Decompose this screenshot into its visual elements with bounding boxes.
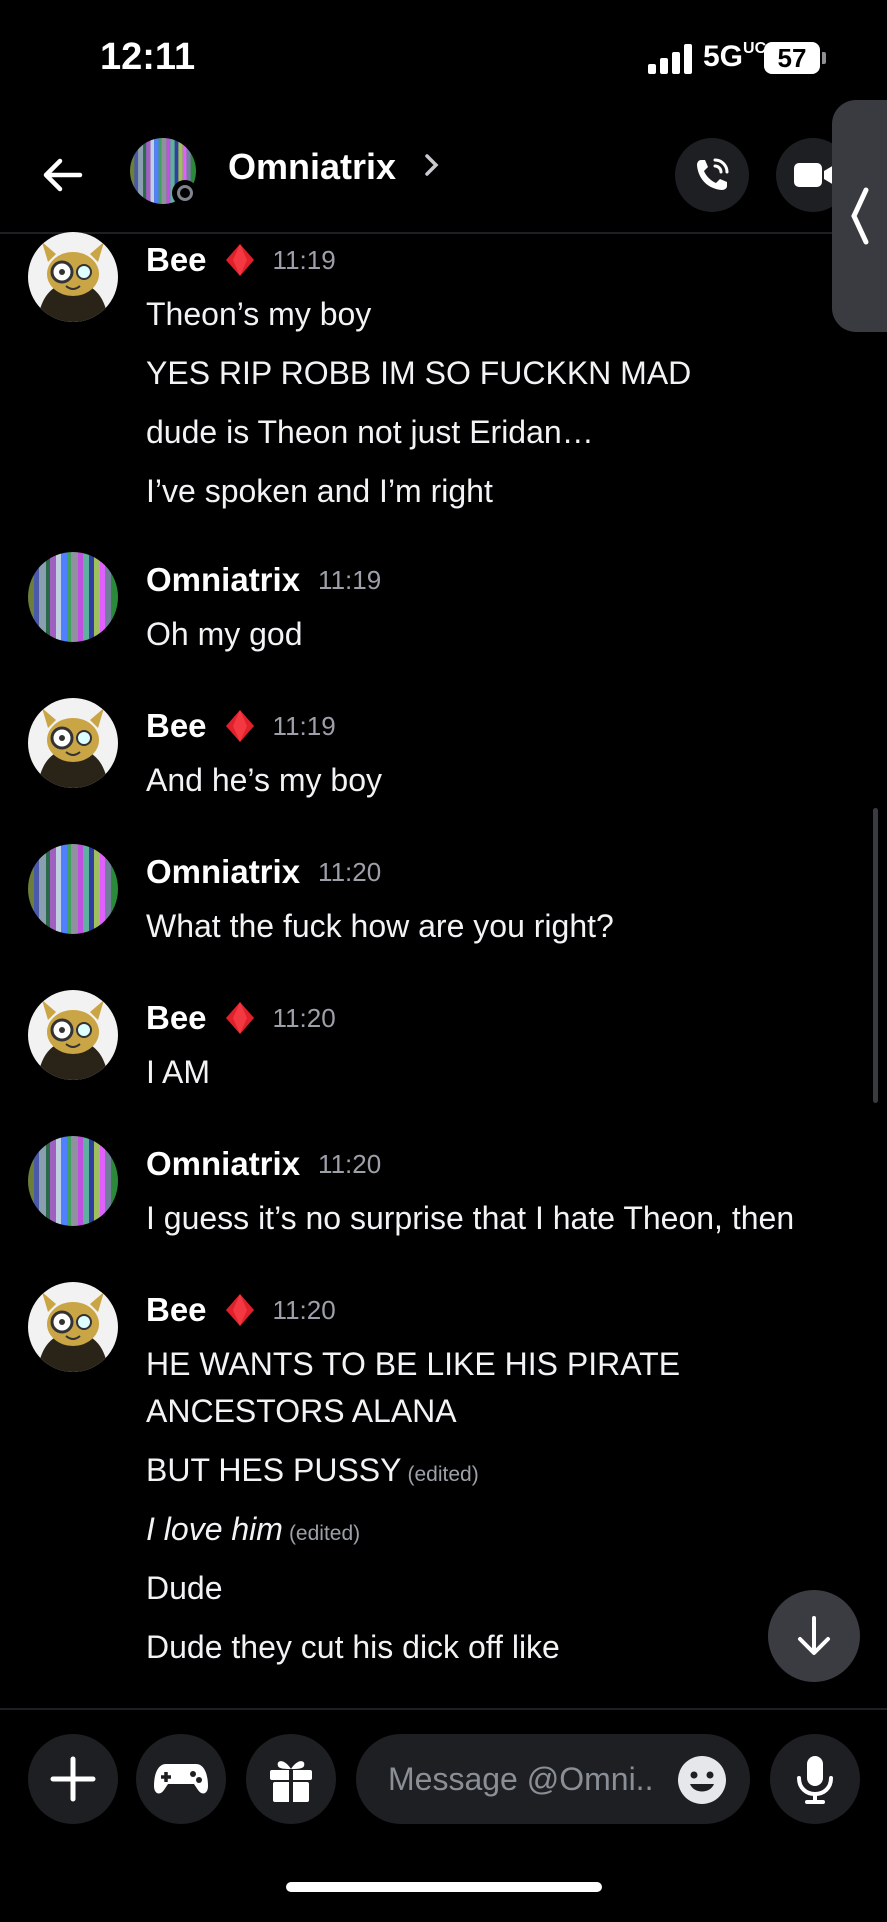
message-text-content: I AM (146, 1054, 211, 1090)
plus-icon (50, 1756, 96, 1802)
add-attachment-button[interactable] (28, 1734, 118, 1824)
message-text-content: I’ve spoken and I’m right (146, 473, 493, 509)
message-author[interactable]: Omniatrix (146, 853, 300, 891)
phone-call-icon (697, 158, 729, 190)
message-text-content: What the fuck how are you right? (146, 908, 614, 944)
message-timestamp: 11:19 (318, 564, 382, 595)
chevron-right-icon[interactable] (420, 150, 444, 180)
message-text-content: I guess it’s no surprise that I hate The… (146, 1200, 795, 1236)
scrollbar[interactable] (873, 808, 878, 1103)
message-author[interactable]: Bee (146, 999, 207, 1037)
message-text[interactable]: I’ve spoken and I’m right (146, 467, 493, 515)
message-text[interactable]: What the fuck how are you right? (146, 902, 614, 950)
message-text[interactable]: Dude they cut his dick off like (146, 1623, 560, 1671)
message-header: Omniatrix 11:20 (146, 1144, 381, 1184)
red-gem-icon (225, 1294, 254, 1326)
gamepad-icon (154, 1764, 208, 1794)
status-bar: 12:11 5GUC 57 (0, 0, 887, 120)
message-text[interactable]: I guess it’s no surprise that I hate The… (146, 1194, 794, 1242)
red-gem-icon (225, 1002, 254, 1034)
chat-header: Omniatrix (0, 120, 887, 234)
bee-avatar[interactable] (28, 1282, 118, 1372)
gift-button[interactable] (246, 1734, 336, 1824)
message-text[interactable]: BUT HES PUSSY (edited) (146, 1446, 479, 1499)
offline-status-icon (172, 180, 198, 206)
message-header: Bee 11:19 (146, 706, 336, 746)
jump-to-present-button[interactable] (768, 1590, 860, 1682)
red-gem-icon (225, 244, 254, 276)
activities-button[interactable] (136, 1734, 226, 1824)
message-timestamp: 11:20 (318, 856, 382, 887)
bee-avatar[interactable] (28, 232, 118, 322)
gift-icon (270, 1761, 312, 1802)
message-timestamp: 11:20 (272, 1294, 336, 1325)
message-text[interactable]: YES RIP ROBB IM SO FUCKKN MAD (146, 349, 691, 397)
microphone-icon (797, 1756, 833, 1804)
message-text-content: Oh my god (146, 616, 303, 652)
message-header: Omniatrix 11:19 (146, 560, 381, 600)
message-timestamp: 11:20 (272, 1002, 336, 1033)
message-header: Bee 11:20 (146, 998, 336, 1038)
side-panel-handle[interactable] (832, 100, 887, 332)
message-author[interactable]: Bee (146, 241, 207, 279)
message-text[interactable]: Dude (146, 1564, 223, 1612)
message-text[interactable]: And he’s my boy (146, 756, 382, 804)
header-title[interactable]: Omniatrix (228, 146, 396, 188)
message-timestamp: 11:20 (318, 1148, 382, 1179)
glitch-avatar[interactable] (28, 552, 118, 642)
edited-label: (edited) (407, 1463, 479, 1486)
message-header: Bee 11:20 (146, 1290, 336, 1330)
back-arrow-icon[interactable] (38, 150, 88, 200)
network-label: 5GUC (703, 40, 767, 73)
collapse-handle-icon (851, 187, 869, 245)
edited-label: (edited) (288, 1522, 361, 1545)
message-text-content: I love him (146, 1511, 283, 1547)
message-text-content: dude is Theon not just Eridan… (146, 414, 594, 450)
message-text-content: Dude they cut his dick off like (146, 1629, 560, 1665)
message-text-content: YES RIP ROBB IM SO FUCKKN MAD (146, 355, 692, 391)
glitch-avatar[interactable] (28, 844, 118, 934)
message-header: Omniatrix 11:20 (146, 852, 381, 892)
message-text-content: Dude (146, 1570, 223, 1606)
message-timestamp: 11:19 (272, 710, 336, 741)
message-text[interactable]: Theon’s my boy (146, 290, 371, 338)
message-author[interactable]: Bee (146, 707, 207, 745)
message-text[interactable]: I love him (edited) (146, 1505, 360, 1558)
message-text[interactable]: HE WANTS TO BE LIKE HIS PIRATE (146, 1340, 680, 1388)
message-text-content: And he’s my boy (146, 762, 382, 798)
bee-avatar[interactable] (28, 990, 118, 1080)
message-text-content: Theon’s my boy (146, 296, 372, 332)
signal-icon (648, 44, 692, 74)
message-timestamp: 11:19 (272, 244, 336, 275)
message-text-content: HE WANTS TO BE LIKE HIS PIRATE (146, 1346, 681, 1382)
message-text[interactable]: I AM (146, 1048, 210, 1096)
message-author[interactable]: Omniatrix (146, 561, 300, 599)
arrow-down-icon (798, 1616, 830, 1655)
battery-icon: 57 (764, 42, 820, 74)
red-gem-icon (225, 710, 254, 742)
bee-avatar[interactable] (28, 698, 118, 788)
battery-tip (822, 52, 826, 64)
message-author[interactable]: Omniatrix (146, 1145, 300, 1183)
voice-call-button[interactable] (675, 138, 749, 212)
message-text[interactable]: ANCESTORS ALANA (146, 1387, 457, 1435)
message-text[interactable]: Oh my god (146, 610, 303, 658)
message-text-content: ANCESTORS ALANA (146, 1393, 457, 1429)
message-header: Bee 11:19 (146, 240, 336, 280)
status-time: 12:11 (100, 36, 196, 78)
message-text[interactable]: dude is Theon not just Eridan… (146, 408, 594, 456)
emoji-icon[interactable] (676, 1754, 728, 1806)
message-text-content: BUT HES PUSSY (146, 1452, 402, 1488)
glitch-avatar[interactable] (28, 1136, 118, 1226)
message-author[interactable]: Bee (146, 1291, 207, 1329)
home-indicator (286, 1882, 602, 1892)
voice-message-button[interactable] (770, 1734, 860, 1824)
